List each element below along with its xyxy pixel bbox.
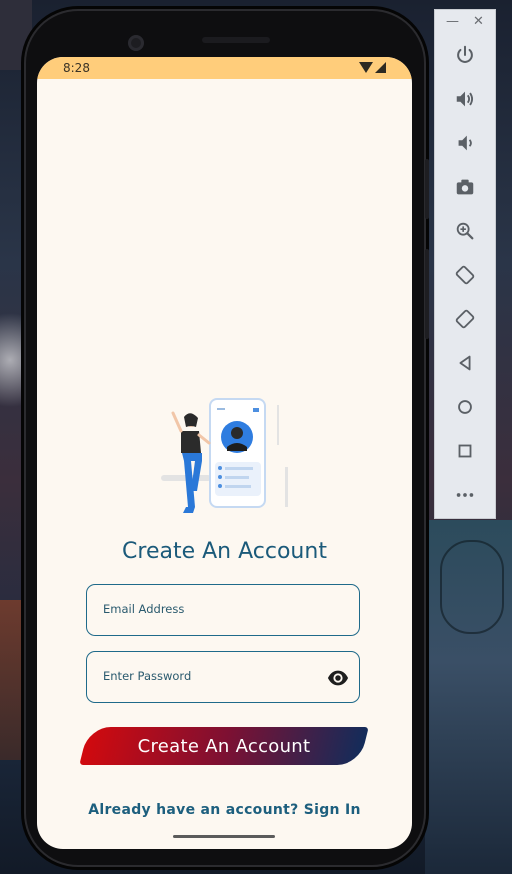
minimize-icon[interactable]: — [446,14,459,29]
app-screen: 8:28 Create An Account Email Address Ent… [37,57,412,849]
phone-frame: 8:28 Create An Account Email Address Ent… [24,9,429,867]
emulator-window-controls: — ✕ [435,10,495,36]
overview-icon[interactable] [452,438,478,464]
signup-illustration [161,398,288,513]
status-bar: 8:28 [37,57,412,79]
create-account-button[interactable]: Create An Account [79,727,369,765]
email-placeholder: Email Address [103,602,185,616]
sign-in-link[interactable]: Already have an account? Sign In [37,802,412,818]
password-field[interactable]: Enter Password [86,651,360,703]
background-panel [0,600,24,760]
create-account-label: Create An Account [137,735,311,757]
zoom-icon[interactable] [452,218,478,244]
rotate-left-icon[interactable] [452,262,478,288]
page-title: Create An Account [122,539,327,564]
power-side-button [425,159,429,219]
wifi-icon [359,62,373,73]
signal-icon [375,62,386,73]
rotate-right-icon[interactable] [452,306,478,332]
email-field[interactable]: Email Address [86,584,360,636]
power-icon[interactable] [452,42,478,68]
emulator-toolbar: — ✕ [434,9,496,519]
front-camera [128,35,144,51]
close-icon[interactable]: ✕ [473,14,484,29]
back-icon[interactable] [452,350,478,376]
screenshot-icon[interactable] [452,174,478,200]
volume-down-icon[interactable] [452,130,478,156]
home-indicator[interactable] [173,835,275,838]
volume-side-button [425,249,429,339]
show-password-icon[interactable] [327,667,349,689]
home-icon[interactable] [452,394,478,420]
earpiece-speaker [202,37,270,43]
password-placeholder: Enter Password [103,669,192,683]
background-bicycle [440,540,504,634]
volume-up-icon[interactable] [452,86,478,112]
more-icon[interactable] [452,482,478,508]
status-time: 8:28 [63,61,90,75]
